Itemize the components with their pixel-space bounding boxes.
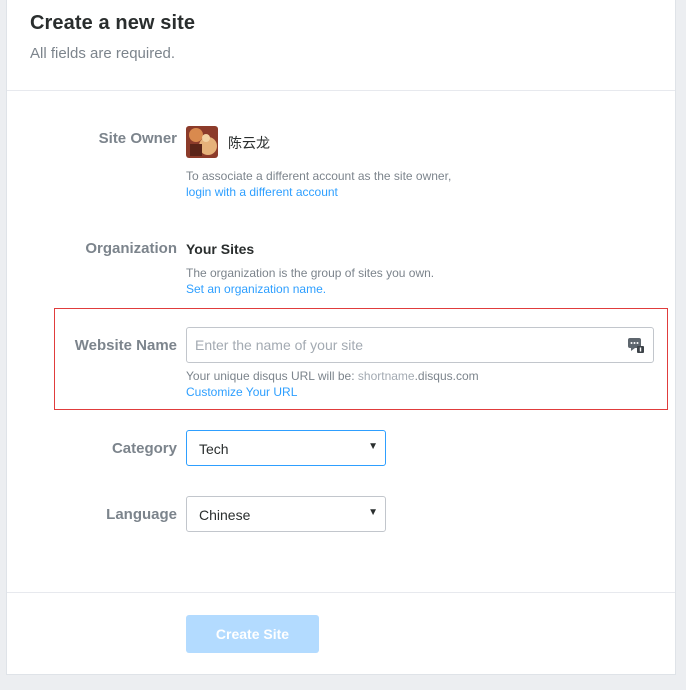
page-title: Create a new site [30, 12, 196, 34]
page-subtitle: All fields are required. [30, 45, 176, 62]
category-selected-value: Tech [199, 441, 229, 457]
avatar [186, 126, 218, 158]
organization-value: Your Sites [186, 241, 255, 257]
site-owner-label: Site Owner [98, 130, 177, 147]
language-selected-value: Chinese [199, 507, 251, 523]
organization-label: Organization [85, 240, 177, 257]
category-select[interactable]: Tech ▼ [186, 430, 386, 466]
disqus-url-domain: .disqus.com [414, 369, 479, 383]
disqus-url-prefix: Your unique disqus URL will be: [186, 369, 358, 383]
chevron-down-icon: ▼ [368, 441, 378, 452]
site-owner-username: 陈云龙 [228, 135, 270, 151]
website-name-label: Website Name [74, 337, 177, 354]
disqus-url-shortname: shortname [357, 369, 415, 383]
language-select[interactable]: Chinese ▼ [186, 496, 386, 532]
language-label: Language [106, 506, 177, 523]
website-name-input[interactable] [186, 327, 654, 363]
login-different-account-link[interactable]: login with a different account [186, 185, 338, 199]
page-header: Create a new site All fields are require… [7, 0, 675, 91]
create-site-button[interactable]: Create Site [186, 615, 319, 653]
category-label: Category [111, 440, 177, 457]
site-owner-help-text: To associate a different account as the … [186, 169, 452, 183]
create-site-card: Create a new site All fields are require… [6, 0, 676, 675]
organization-help-text: The organization is the group of sites y… [186, 266, 435, 280]
chevron-down-icon: ▼ [368, 507, 378, 518]
form-autofill-icon[interactable] [627, 336, 645, 354]
organization-help: The organization is the group of sites y… [186, 265, 434, 297]
website-name-help: Your unique disqus URL will be: shortnam… [186, 368, 479, 400]
set-organization-name-link[interactable]: Set an organization name. [186, 282, 326, 296]
footer-divider [7, 592, 675, 593]
site-owner-help: To associate a different account as the … [186, 168, 451, 200]
customize-url-link[interactable]: Customize Your URL [186, 385, 297, 399]
